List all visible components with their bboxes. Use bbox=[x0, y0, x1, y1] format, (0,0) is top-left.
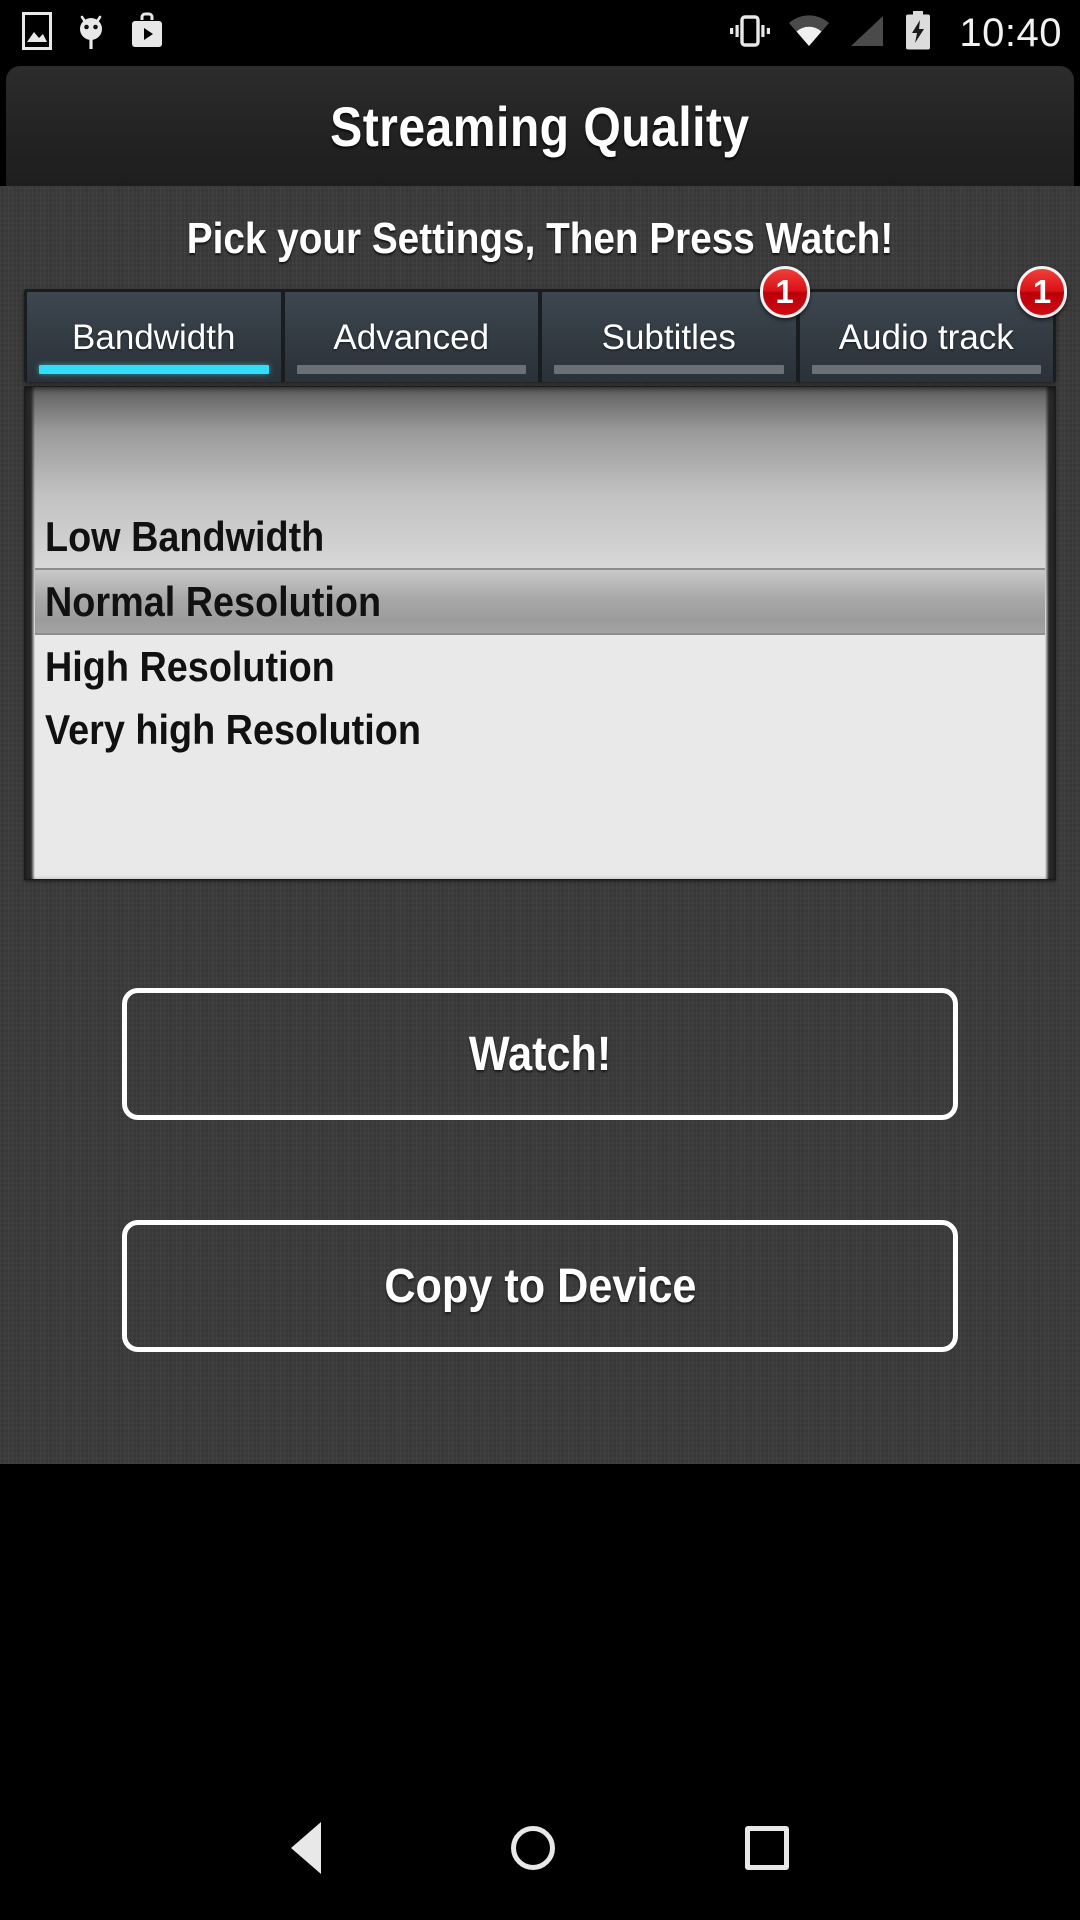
battery-charging-icon bbox=[903, 10, 933, 56]
list-item-label: Normal Resolution bbox=[45, 577, 382, 625]
home-icon[interactable] bbox=[511, 1826, 555, 1870]
list-item-label: Very high Resolution bbox=[45, 705, 421, 753]
content-area: Pick your Settings, Then Press Watch! Ba… bbox=[0, 186, 1080, 1464]
tab-audio-track-badge: 1 bbox=[1017, 266, 1067, 318]
copy-to-device-button[interactable]: Copy to Device bbox=[122, 1220, 958, 1352]
bandwidth-options-list[interactable]: Low Bandwidth Normal Resolution High Res… bbox=[24, 386, 1056, 880]
list-item[interactable]: Low Bandwidth bbox=[35, 505, 1045, 568]
app-title-bar: Streaming Quality bbox=[6, 66, 1074, 186]
status-bar-clock: 10:40 bbox=[959, 10, 1062, 55]
cell-signal-icon bbox=[847, 13, 887, 54]
list-item[interactable]: Normal Resolution bbox=[35, 568, 1045, 635]
tab-bar: Bandwidth Advanced 1 Subtitles 1 Audio t… bbox=[24, 266, 1067, 382]
tab-bandwidth-label: Bandwidth bbox=[72, 318, 236, 357]
page-title: Streaming Quality bbox=[330, 94, 750, 158]
tab-advanced-label: Advanced bbox=[333, 318, 490, 357]
vibrate-icon bbox=[729, 13, 771, 54]
tab-audio-track-label: Audio track bbox=[838, 318, 1014, 357]
back-icon[interactable] bbox=[291, 1822, 321, 1874]
tab-audio-track[interactable]: 1 Audio track bbox=[799, 266, 1067, 382]
watch-button-label: Watch! bbox=[468, 1027, 612, 1081]
list-item-label: Low Bandwidth bbox=[45, 512, 325, 560]
android-screen: 10:40 Streaming Quality Pick your Settin… bbox=[0, 0, 1080, 1920]
recents-icon[interactable] bbox=[745, 1826, 789, 1870]
gallery-image-icon bbox=[22, 11, 52, 55]
watch-button[interactable]: Watch! bbox=[122, 988, 958, 1120]
instructions-label: Pick your Settings, Then Press Watch! bbox=[186, 214, 894, 263]
list-inner: Low Bandwidth Normal Resolution High Res… bbox=[35, 387, 1045, 879]
status-bar: 10:40 bbox=[0, 0, 1080, 66]
tab-subtitles-badge: 1 bbox=[759, 266, 810, 318]
system-navigation-bar bbox=[0, 1776, 1080, 1920]
android-debug-icon bbox=[74, 11, 108, 56]
status-bar-left-icons bbox=[22, 11, 164, 56]
list-item-label: High Resolution bbox=[45, 642, 335, 690]
copy-to-device-button-label: Copy to Device bbox=[383, 1259, 697, 1313]
tab-advanced-indicator bbox=[296, 365, 526, 374]
tab-subtitles-indicator bbox=[554, 365, 784, 374]
play-store-icon bbox=[130, 12, 164, 55]
tab-bandwidth-indicator bbox=[39, 365, 269, 374]
tab-advanced[interactable]: Advanced bbox=[284, 292, 538, 382]
tab-subtitles-label: Subtitles bbox=[601, 318, 736, 357]
tab-subtitles[interactable]: 1 Subtitles bbox=[542, 266, 810, 382]
tab-audio-track-indicator bbox=[811, 365, 1041, 374]
list-item[interactable]: High Resolution bbox=[35, 635, 1045, 698]
list-top-spacer bbox=[35, 387, 1045, 505]
tab-bandwidth[interactable]: Bandwidth bbox=[27, 292, 281, 382]
wifi-icon bbox=[787, 13, 831, 54]
list-item[interactable]: Very high Resolution bbox=[35, 698, 1045, 761]
status-bar-right-icons: 10:40 bbox=[729, 10, 1062, 56]
